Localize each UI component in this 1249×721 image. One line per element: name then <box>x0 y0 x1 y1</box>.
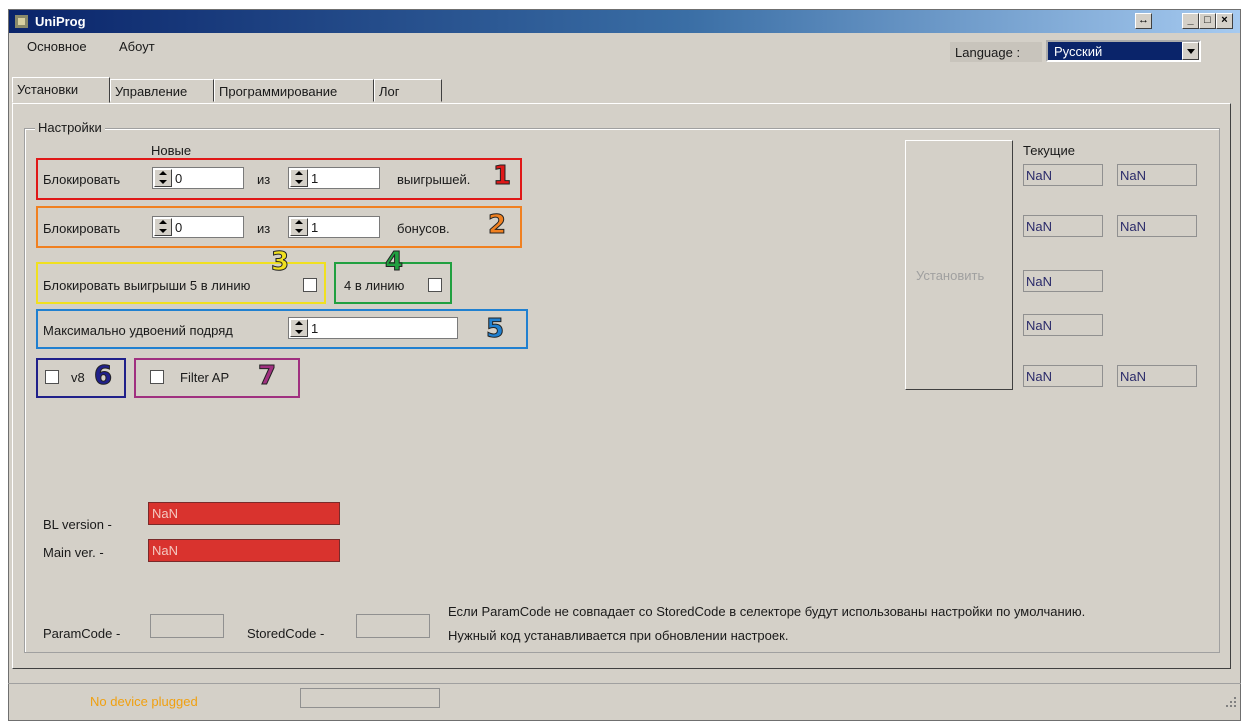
app-icon <box>15 15 28 28</box>
tab-settings[interactable]: Установки <box>12 77 110 103</box>
current-row1-value2: NaN <box>1117 164 1197 186</box>
row5-label: Максимально удвоений подряд <box>43 323 233 338</box>
param-code-field <box>150 614 224 638</box>
marker-1: 1 <box>492 161 512 192</box>
current-row6-value1: NaN <box>1023 365 1103 387</box>
spinner-value: 1 <box>311 321 319 336</box>
note-line2: Нужный код устанавливается при обновлени… <box>448 628 789 643</box>
marker-2: 2 <box>487 210 507 241</box>
row2-suffix: бонусов. <box>397 221 450 236</box>
marker-5: 5 <box>485 314 505 345</box>
resize-icon[interactable]: ↔ <box>1135 13 1152 29</box>
language-value: Русский <box>1054 44 1103 59</box>
close-button[interactable]: × <box>1216 13 1233 29</box>
current-row1-value1: NaN <box>1023 164 1103 186</box>
row1-suffix: выигрышей. <box>397 172 471 187</box>
checkbox-filter-ap[interactable] <box>150 370 164 384</box>
checkbox-v8[interactable] <box>45 370 59 384</box>
row2-spinner1[interactable]: 0 <box>152 216 244 238</box>
tab-programming[interactable]: Программирование <box>214 79 374 102</box>
menu-about[interactable]: Абоут <box>119 39 155 54</box>
spinner-arrows-icon[interactable] <box>154 169 172 187</box>
bl-version-value: NaN <box>148 502 340 525</box>
set-button[interactable]: Установить <box>905 140 1013 390</box>
row1-spinner1[interactable]: 0 <box>152 167 244 189</box>
checkbox-4-line[interactable] <box>428 278 442 292</box>
minimize-button[interactable]: _ <box>1182 13 1199 29</box>
param-code-label: ParamCode - <box>43 626 121 641</box>
spinner-arrows-icon[interactable] <box>290 218 308 236</box>
row1-spinner2[interactable]: 1 <box>288 167 380 189</box>
stored-code-label: StoredCode - <box>247 626 325 641</box>
stored-code-field <box>356 614 430 638</box>
current-row6-value2: NaN <box>1117 365 1197 387</box>
checkbox-block-5-line[interactable] <box>303 278 317 292</box>
row2-spinner2[interactable]: 1 <box>288 216 380 238</box>
row2-mid: из <box>257 221 271 236</box>
note-line1: Если ParamCode не совпадает со StoredCod… <box>448 604 1086 619</box>
set-button-label: Установить <box>916 268 985 283</box>
row3-label: Блокировать выигрыши 5 в линию <box>43 278 251 293</box>
tab-control[interactable]: Управление <box>110 79 214 102</box>
marker-7: 7 <box>257 361 277 392</box>
spinner-arrows-icon[interactable] <box>154 218 172 236</box>
row1-prefix: Блокировать <box>43 172 121 187</box>
current-row2-value1: NaN <box>1023 215 1103 237</box>
title-bar[interactable]: UniProg ↔ _ □ × <box>9 10 1240 33</box>
marker-4: 4 <box>384 247 404 278</box>
group-title: Настройки <box>35 120 105 135</box>
current-row5-value: NaN <box>1023 314 1103 336</box>
row6-label: v8 <box>71 370 85 385</box>
bl-version-label: BL version - <box>43 517 112 532</box>
language-select[interactable]: Русский <box>1046 40 1201 62</box>
maximize-button[interactable]: □ <box>1199 13 1216 29</box>
spinner-arrows-icon[interactable] <box>290 169 308 187</box>
menu-main[interactable]: Основное <box>27 39 87 54</box>
spinner-value: 1 <box>311 171 319 186</box>
language-label: Language : <box>950 42 1042 62</box>
window-title: UniProg <box>35 14 86 29</box>
row4-label: 4 в линию <box>344 278 405 293</box>
spinner-arrows-icon[interactable] <box>290 319 308 337</box>
new-header: Новые <box>151 143 192 158</box>
main-version-label: Main ver. - <box>43 545 104 560</box>
current-header: Текущие <box>1023 143 1075 158</box>
current-row3-value: NaN <box>1023 270 1103 292</box>
current-row2-value2: NaN <box>1117 215 1197 237</box>
marker-6: 6 <box>93 361 113 392</box>
spinner-value: 1 <box>311 220 319 235</box>
main-version-value: NaN <box>148 539 340 562</box>
row2-prefix: Блокировать <box>43 221 121 236</box>
spinner-value: 0 <box>175 171 183 186</box>
row7-label: Filter AP <box>180 370 230 385</box>
tab-log[interactable]: Лог <box>374 79 442 102</box>
row1-mid: из <box>257 172 271 187</box>
row5-spinner[interactable]: 1 <box>288 317 458 339</box>
spinner-value: 0 <box>175 220 183 235</box>
chevron-down-icon[interactable] <box>1182 42 1199 60</box>
marker-3: 3 <box>270 247 290 278</box>
